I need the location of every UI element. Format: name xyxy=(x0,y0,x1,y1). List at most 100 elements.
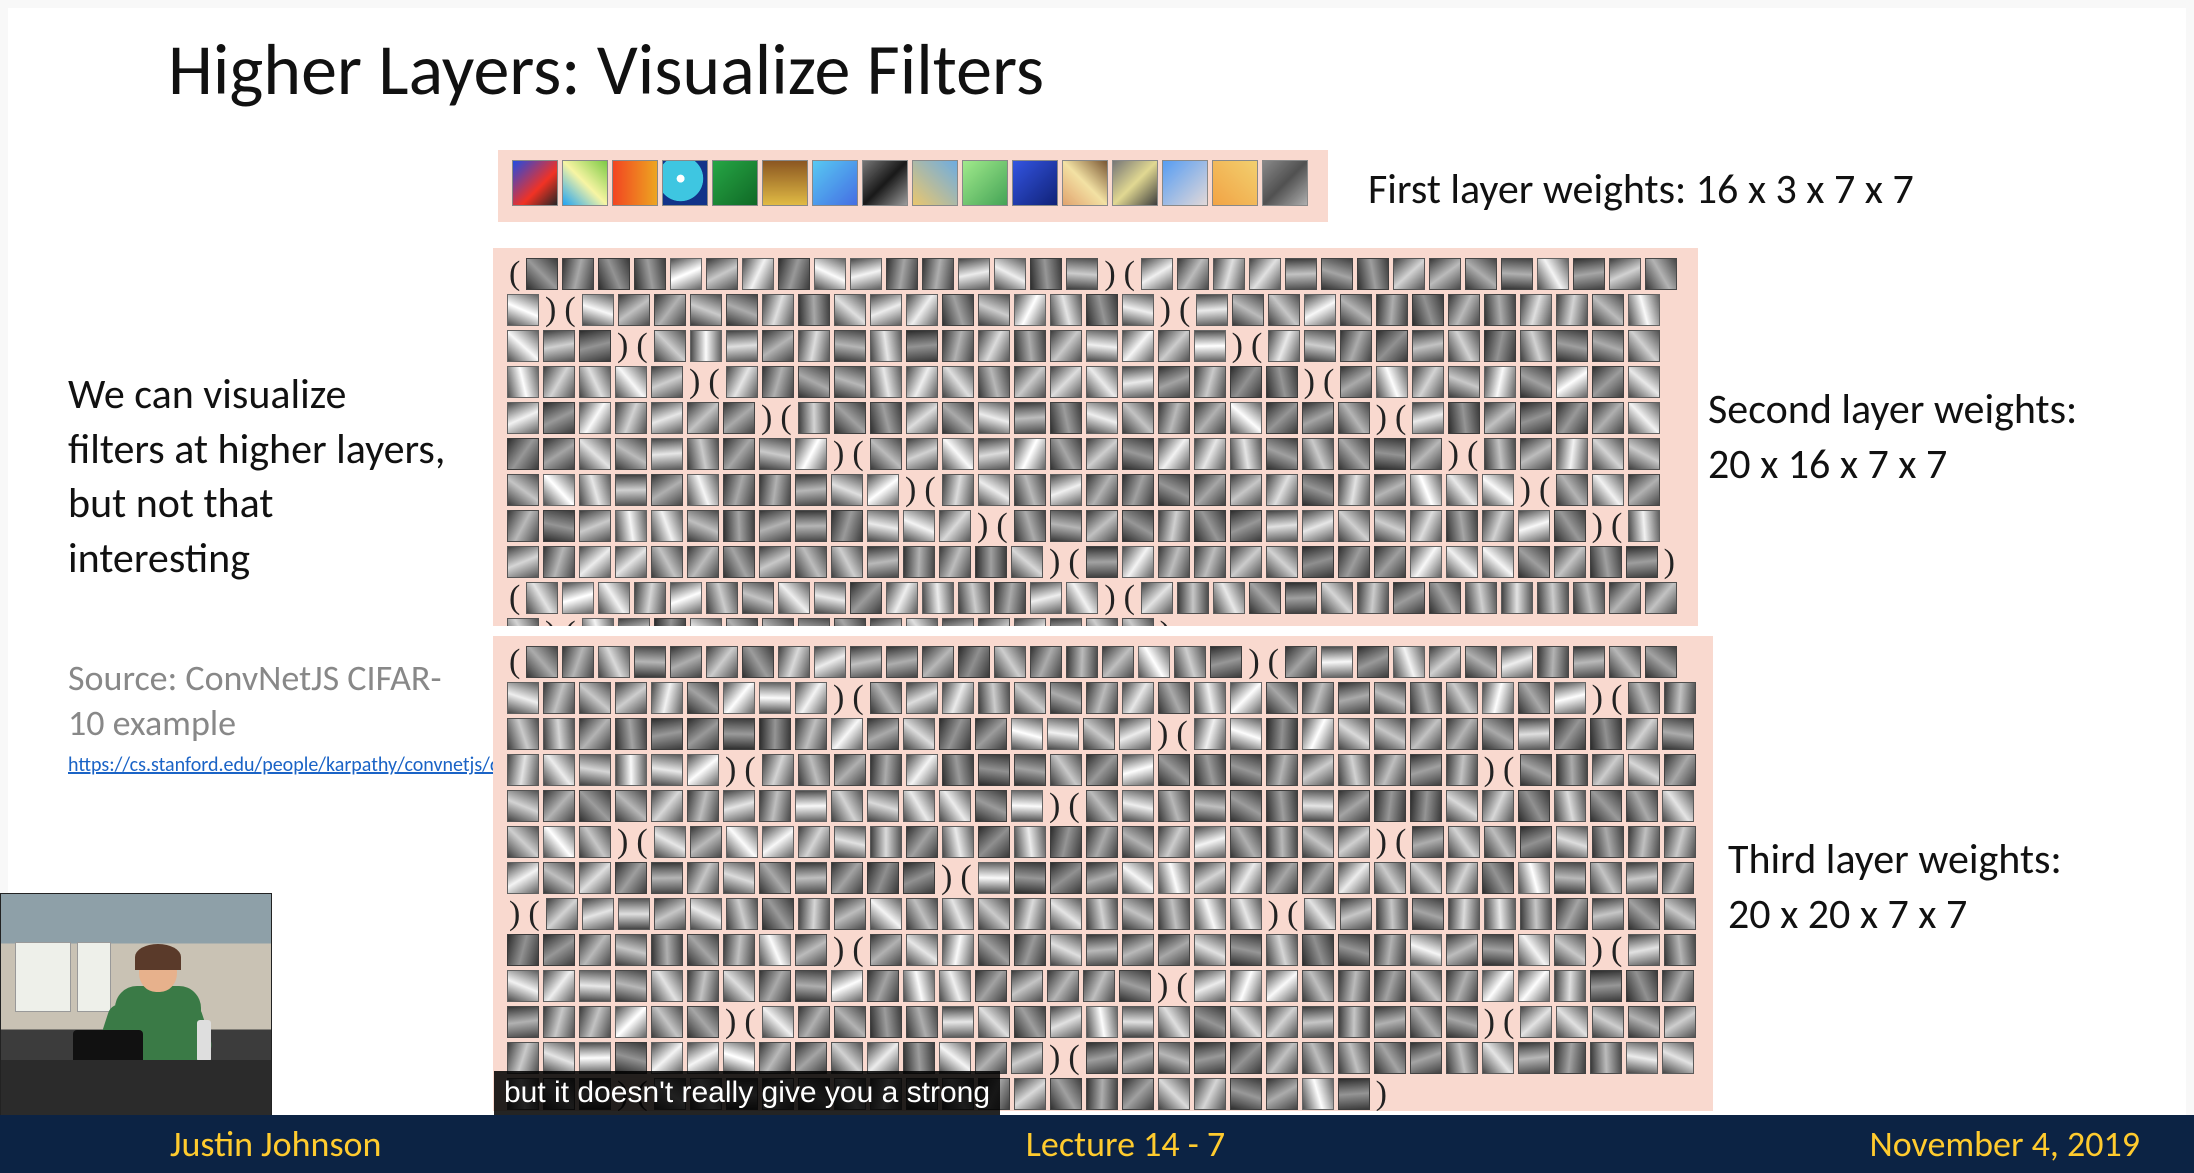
filter-tile xyxy=(579,510,611,542)
filter-tile xyxy=(870,682,902,714)
filter-tile xyxy=(1177,582,1209,614)
filter-tile xyxy=(1340,294,1372,326)
filter-tile xyxy=(651,754,683,786)
filter-tile xyxy=(1266,510,1298,542)
filter-tile xyxy=(903,862,935,894)
filter-tile xyxy=(612,160,658,206)
filter-tile xyxy=(1119,970,1151,1002)
filter-tile xyxy=(1302,826,1334,858)
group-close-paren: ) xyxy=(507,898,522,930)
filter-tile xyxy=(978,898,1010,930)
filter-tile xyxy=(994,582,1026,614)
filter-tile xyxy=(1626,862,1658,894)
filter-tile xyxy=(939,546,971,578)
filter-tile xyxy=(1556,330,1588,362)
filter-tile xyxy=(795,718,827,750)
group-open-paren: ( xyxy=(1609,934,1624,966)
filter-tile xyxy=(1338,474,1370,506)
filter-tile xyxy=(543,754,575,786)
filter-tile xyxy=(1230,682,1262,714)
filter-tile xyxy=(1158,1078,1190,1110)
filter-tile xyxy=(615,438,647,470)
filter-tile xyxy=(1429,582,1461,614)
filter-tile xyxy=(1556,402,1588,434)
filter-tile xyxy=(975,790,1007,822)
filter-tile xyxy=(651,474,683,506)
filter-tile xyxy=(978,934,1010,966)
group-close-paren: ) xyxy=(615,826,630,858)
filter-tile xyxy=(1664,754,1696,786)
filter-tile xyxy=(1050,510,1082,542)
filter-tile xyxy=(687,474,719,506)
filter-tile xyxy=(1664,898,1696,930)
filter-tile xyxy=(1412,330,1444,362)
filter-tile xyxy=(579,682,611,714)
filter-tile xyxy=(978,618,1010,626)
source-link[interactable]: https://cs.stanford.edu/people/karpathy/… xyxy=(68,752,448,778)
layer1-filter-panel xyxy=(498,150,1328,222)
filter-tile xyxy=(579,402,611,434)
filter-tile xyxy=(1119,718,1151,750)
group-open-paren: ( xyxy=(1066,790,1081,822)
filter-tile xyxy=(778,646,810,678)
filter-tile xyxy=(1338,790,1370,822)
filter-tile xyxy=(1592,402,1624,434)
filter-tile xyxy=(690,618,722,626)
filter-tile xyxy=(762,1006,794,1038)
filter-tile xyxy=(1194,862,1226,894)
filter-tile xyxy=(975,546,1007,578)
filter-tile xyxy=(687,402,719,434)
filter-tile xyxy=(870,402,902,434)
filter-tile xyxy=(651,1042,683,1074)
group-open-paren: ( xyxy=(850,682,865,714)
filter-tile xyxy=(759,1042,791,1074)
filter-tile xyxy=(1374,1006,1406,1038)
filter-tile xyxy=(1014,862,1046,894)
filter-tile xyxy=(812,160,858,206)
filter-tile xyxy=(1448,826,1480,858)
filter-tile xyxy=(507,402,539,434)
filter-tile xyxy=(942,826,974,858)
filter-tile xyxy=(1484,294,1516,326)
filter-tile xyxy=(1194,898,1226,930)
filter-tile xyxy=(1086,618,1118,626)
layer3-filter-panel: ()()()()()()()()()()()()()()()()()()()() xyxy=(493,636,1713,1111)
layer1-tiles xyxy=(512,160,1314,212)
filter-tile xyxy=(507,438,539,470)
filter-tile xyxy=(651,682,683,714)
filter-tile xyxy=(1230,934,1262,966)
filter-tile xyxy=(906,754,938,786)
filter-tile xyxy=(978,826,1010,858)
filter-tile xyxy=(1664,682,1696,714)
group-close-paren: ) xyxy=(939,862,954,894)
group-open-paren: ( xyxy=(1177,294,1192,326)
filter-tile xyxy=(795,1042,827,1074)
filter-tile xyxy=(1302,474,1334,506)
layer1-label: First layer weights: 16 x 3 x 7 x 7 xyxy=(1368,163,1914,218)
filter-tile xyxy=(867,970,899,1002)
filter-tile xyxy=(978,402,1010,434)
filter-tile xyxy=(1194,934,1226,966)
filter-tile xyxy=(654,898,686,930)
filter-tile xyxy=(1030,582,1062,614)
filter-tile xyxy=(762,330,794,362)
filter-tile xyxy=(598,646,630,678)
filter-tile xyxy=(798,402,830,434)
filter-tile xyxy=(615,718,647,750)
filter-tile xyxy=(1285,646,1317,678)
filter-tile xyxy=(1266,438,1298,470)
filter-tile xyxy=(1014,1078,1046,1110)
filter-tile xyxy=(1518,682,1550,714)
filter-tile xyxy=(1302,970,1334,1002)
filter-tile xyxy=(834,826,866,858)
filter-tile xyxy=(1112,160,1158,206)
filter-tile xyxy=(831,546,863,578)
group-open-paren: ( xyxy=(1465,438,1480,470)
group-open-paren: ( xyxy=(562,294,577,326)
filter-tile xyxy=(1446,474,1478,506)
filter-tile xyxy=(543,366,575,398)
filter-tile xyxy=(1212,160,1258,206)
filter-tile xyxy=(831,970,863,1002)
filter-tile xyxy=(654,826,686,858)
filter-tile xyxy=(1374,1042,1406,1074)
